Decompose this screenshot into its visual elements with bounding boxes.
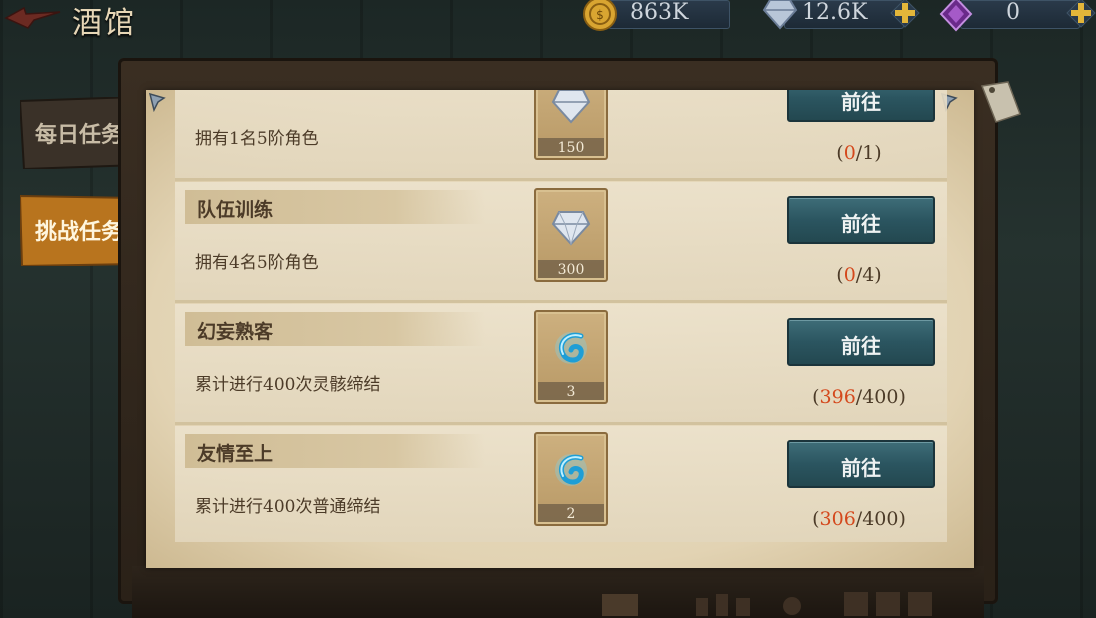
task-progress: (396/400) (812, 386, 906, 408)
progress-current: 0 (843, 264, 856, 286)
gold-amount: 863K (630, 0, 689, 25)
task-description: 拥有4名5阶角色 (195, 253, 319, 273)
go-button[interactable]: 前往 (787, 318, 935, 366)
reward-slot[interactable]: 3 (534, 310, 608, 404)
task-title: 队伍训练 (197, 199, 274, 221)
task-progress: (306/400) (812, 508, 906, 530)
diamond-icon (762, 0, 798, 30)
paper-tag-icon (980, 81, 1021, 123)
progress-total: 4 (862, 264, 875, 286)
crystal-amount: 0 (1006, 0, 1020, 25)
blue-swirl-token-icon (555, 332, 587, 364)
diamond-icon (551, 90, 591, 124)
progress-total: 1 (862, 142, 875, 164)
go-button-label: 前往 (841, 456, 881, 480)
gold-coin-icon: $ (583, 0, 617, 31)
back-icon[interactable] (4, 4, 62, 30)
task-title: 幻妄熟客 (197, 321, 274, 343)
go-button[interactable]: 前往 (787, 196, 935, 244)
blue-swirl-token-icon (555, 454, 587, 486)
reward-quantity: 150 (557, 140, 585, 156)
task-title: 友情至上 (197, 443, 274, 465)
diamond-amount: 12.6K (802, 0, 868, 25)
task-progress: (0/1) (836, 142, 882, 164)
reward-quantity: 300 (557, 262, 585, 278)
shelf-decorations (602, 592, 932, 616)
svg-text:$: $ (596, 8, 604, 22)
reward-quantity: 3 (566, 384, 576, 400)
resource-gold: $ 863K (582, 0, 742, 31)
task-description: 累计进行400次普通缔结 (195, 497, 381, 517)
add-diamond-plus-icon[interactable] (890, 0, 920, 28)
resource-diamond: 12.6K (762, 0, 922, 30)
progress-total: 400 (862, 386, 899, 408)
progress-current: 396 (819, 386, 856, 408)
resource-bar (960, 0, 1080, 29)
go-button-label: 前往 (841, 212, 881, 236)
progress-current: 0 (843, 142, 856, 164)
go-button-label: 前往 (841, 90, 881, 114)
reward-quantity: 2 (566, 506, 576, 522)
resource-crystal: 0 (938, 0, 1096, 32)
task-row: 幻妄熟客 累计进行400次灵骸缔结 3 前往 (396/400) (175, 304, 947, 425)
purple-crystal-icon (939, 0, 973, 32)
pin-icon (148, 92, 166, 113)
go-button-label: 前往 (841, 334, 881, 358)
task-progress: (0/4) (836, 264, 882, 286)
task-row: 友情至上 累计进行400次普通缔结 2 前往 (306/400) (175, 426, 947, 542)
task-row: 拥有1名5阶角色 150 前往 (0/1) (175, 90, 947, 181)
go-button[interactable]: 前往 (787, 440, 935, 488)
diamond-icon (551, 211, 591, 246)
reward-slot[interactable]: 2 (534, 432, 608, 526)
top-bar: 酒馆 $ 863K 12.6K 0 (0, 0, 1096, 41)
task-description: 拥有1名5阶角色 (195, 129, 319, 149)
add-crystal-plus-icon[interactable] (1066, 0, 1096, 28)
go-button[interactable]: 前往 (787, 90, 935, 122)
page-title: 酒馆 (72, 6, 136, 41)
task-list[interactable]: 拥有1名5阶角色 150 前往 (0/1) 队伍训练 拥有4名5阶角色 300 (175, 90, 947, 542)
progress-current: 306 (819, 508, 856, 530)
reward-slot[interactable]: 150 (534, 90, 608, 160)
progress-total: 400 (862, 508, 899, 530)
task-description: 累计进行400次灵骸缔结 (195, 375, 381, 395)
task-row: 队伍训练 拥有4名5阶角色 300 前往 (0/4) (175, 182, 947, 303)
reward-slot[interactable]: 300 (534, 188, 608, 282)
